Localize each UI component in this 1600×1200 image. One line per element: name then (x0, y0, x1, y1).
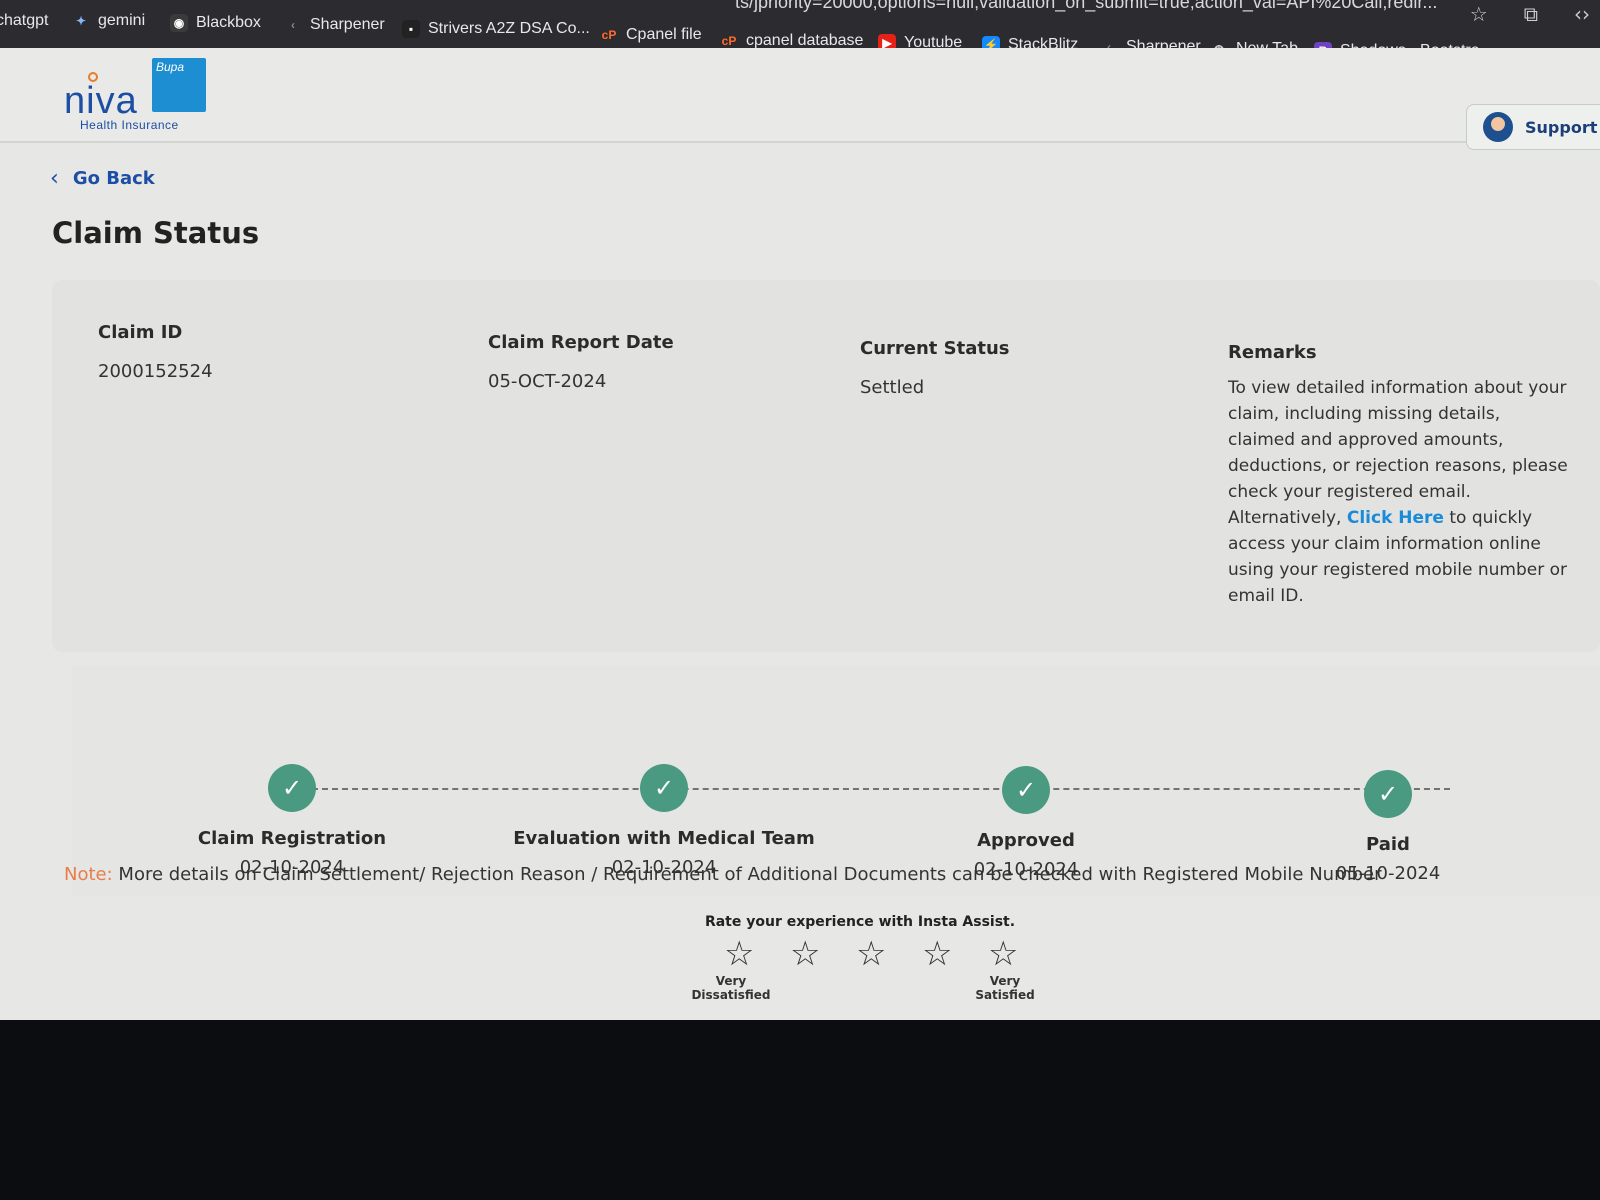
step-name: Evaluation with Medical Team (513, 828, 815, 849)
current-status-value: Settled (860, 377, 925, 398)
check-icon: ✓ (268, 764, 316, 812)
star-1-icon[interactable]: ☆ (724, 934, 754, 974)
current-status-column: Current Status Settled (860, 338, 1010, 398)
cpanel-icon: cP (601, 28, 617, 42)
claim-progress-timeline: ✓ Claim Registration 02-10-2024 ✓ Evalua… (72, 666, 1600, 896)
site-header: niva Bupa Health Insurance Support (0, 48, 1600, 150)
bupa-badge: Bupa (152, 58, 206, 112)
bookmark-strivers[interactable]: ▪ Strivers A2Z DSA Co... (402, 20, 590, 38)
gemini-icon: ✦ (75, 14, 87, 28)
claim-report-date-column: Claim Report Date 05-OCT-2024 (488, 332, 674, 392)
claim-report-date-value: 05-OCT-2024 (488, 371, 607, 392)
bookmark-cpanel-file[interactable]: cP Cpanel file (600, 26, 702, 44)
support-button[interactable]: Support (1466, 104, 1600, 150)
rating-widget: Rate your experience with Insta Assist. … (690, 914, 1034, 1004)
note-label: Note: (64, 864, 113, 885)
star-2-icon[interactable]: ☆ (790, 934, 820, 974)
settlement-note: Note: More details on Claim Settlement/ … (64, 864, 1382, 885)
go-back-label: Go Back (72, 168, 155, 189)
page-title: Claim Status (52, 216, 260, 250)
bookmark-label: Sharpener (310, 16, 385, 33)
rating-question: Rate your experience with Insta Assist. (704, 914, 1016, 930)
remarks-label: Remarks (1228, 342, 1317, 363)
current-status-label: Current Status (860, 338, 1010, 359)
check-icon: ✓ (1002, 766, 1050, 814)
star-5-icon[interactable]: ☆ (988, 934, 1018, 974)
chevron-left-icon: ‹ (50, 166, 59, 191)
bookmark-gemini[interactable]: ✦ gemini (72, 12, 145, 30)
blackbox-icon: ◉ (170, 14, 188, 32)
star-4-icon[interactable]: ☆ (922, 934, 952, 974)
claim-report-date-label: Claim Report Date (488, 332, 674, 353)
check-icon: ✓ (1364, 770, 1412, 818)
remarks-column: Remarks To view detailed information abo… (1228, 342, 1568, 609)
tuf-icon: ▪ (402, 20, 420, 38)
rating-high-label: Very Satisfied (975, 974, 1035, 1002)
step-approved: ✓ Approved 02-10-2024 (866, 766, 1186, 880)
rating-stars: ☆ ☆ ☆ ☆ ☆ Very Dissatisfied Very Satisfi… (690, 934, 1034, 1004)
claim-id-column: Claim ID 2000152524 (98, 322, 213, 382)
step-name: Approved (977, 830, 1075, 851)
bookmark-label: Strivers A2Z DSA Co... (428, 20, 590, 37)
star-3-icon[interactable]: ☆ (856, 934, 886, 974)
sharpener-icon: ‹ (291, 18, 295, 32)
step-name: Paid (1366, 834, 1410, 855)
bookmark-label: gemini (98, 12, 146, 29)
bookmark-blackbox[interactable]: ◉ Blackbox (170, 14, 261, 32)
monitor-bezel (0, 1020, 1600, 1200)
step-claim-registration: ✓ Claim Registration 02-10-2024 (132, 764, 452, 878)
niva-bupa-logo[interactable]: niva Bupa Health Insurance (62, 58, 212, 138)
go-back-link[interactable]: ‹ Go Back (50, 166, 155, 191)
note-text: More details on Claim Settlement/ Reject… (112, 864, 1382, 885)
claim-id-value: 2000152524 (98, 361, 213, 382)
bookmark-label: chatgpt (0, 12, 49, 29)
bupa-badge-text: Bupa (156, 60, 185, 74)
support-agent-icon (1483, 112, 1513, 142)
claim-details-card: Claim ID 2000152524 Claim Report Date 05… (52, 280, 1600, 652)
bookmark-chatgpt[interactable]: chatgpt (0, 12, 48, 30)
step-evaluation: ✓ Evaluation with Medical Team 02-10-202… (504, 764, 824, 878)
check-icon: ✓ (640, 764, 688, 812)
claim-id-label: Claim ID (98, 322, 183, 343)
page: niva Bupa Health Insurance Support ‹ Go … (0, 48, 1600, 1020)
bookmark-label: Blackbox (196, 14, 261, 31)
remarks-text: To view detailed information about your … (1228, 375, 1568, 609)
rating-low-label: Very Dissatisfied (691, 974, 771, 1002)
remarks-text-part1: To view detailed information about your … (1228, 378, 1568, 528)
bookmark-sharpener[interactable]: ‹ Sharpener (284, 16, 385, 34)
step-name: Claim Registration (197, 828, 387, 849)
logo-subtitle: Health Insurance (80, 118, 179, 132)
click-here-link[interactable]: Click Here (1347, 508, 1444, 528)
bookmark-label: Cpanel file (626, 26, 702, 43)
support-label: Support (1525, 117, 1598, 137)
logo-word: niva (64, 80, 138, 122)
